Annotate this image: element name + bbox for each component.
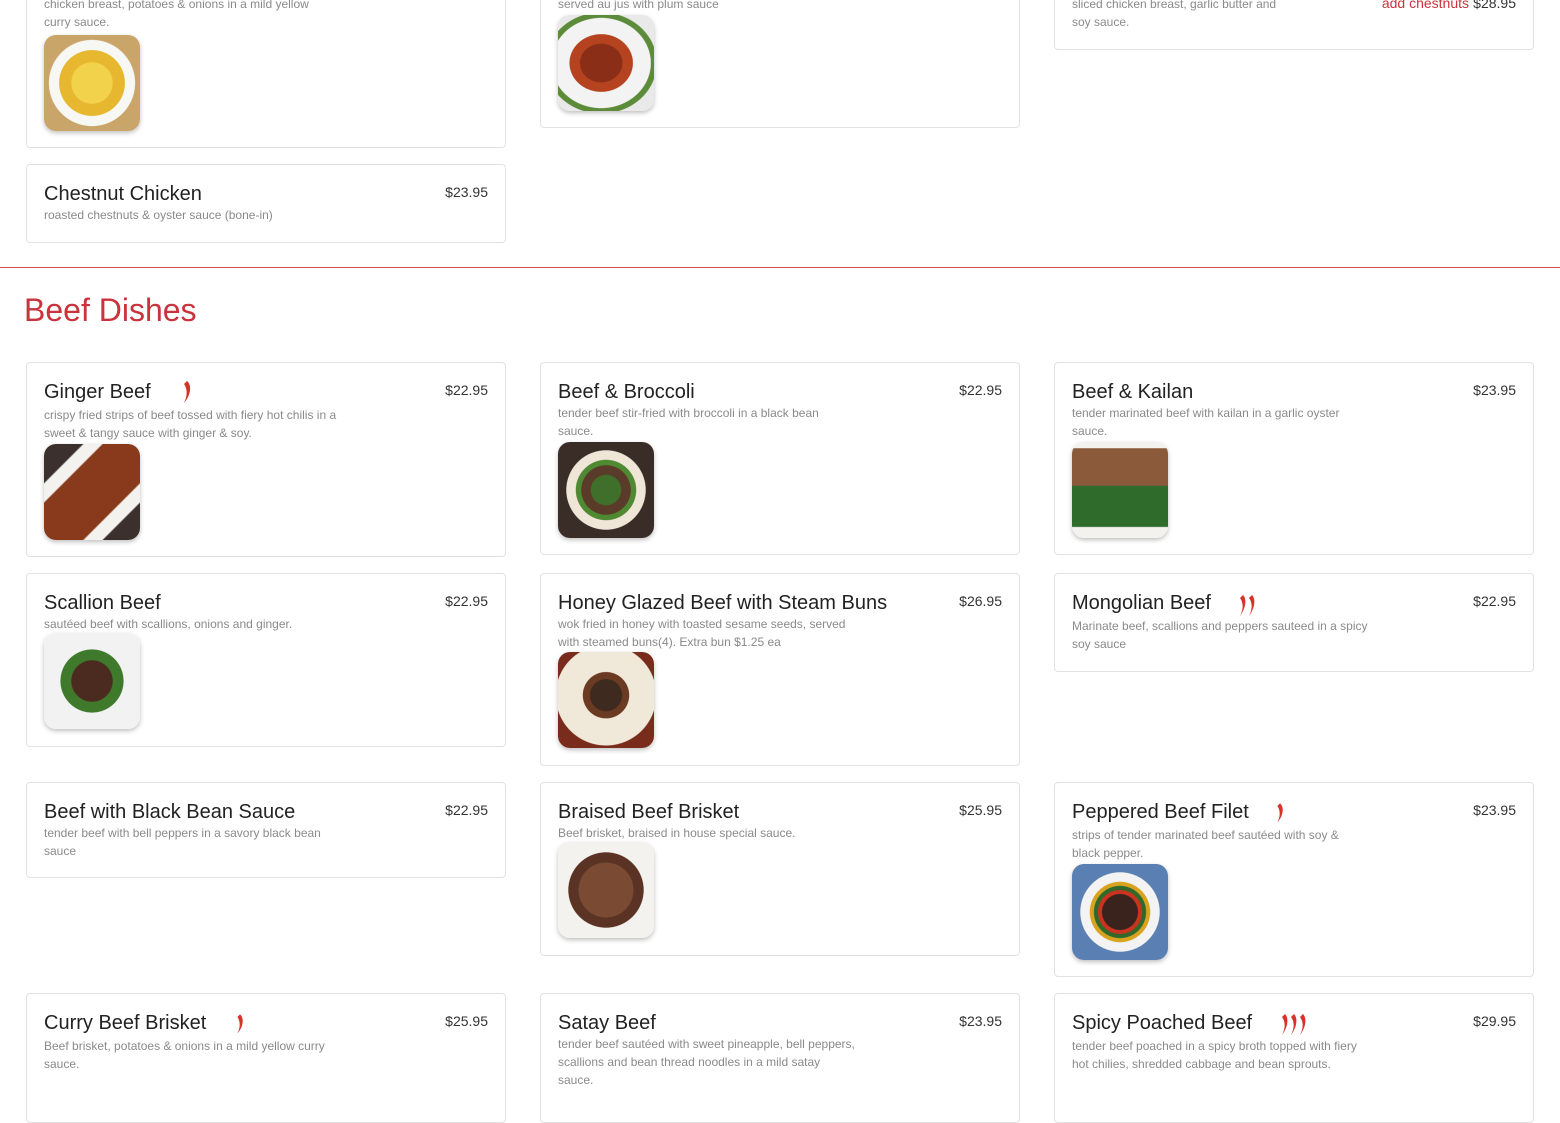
item-photo[interactable] [1072,442,1168,538]
item-photo[interactable] [558,15,654,111]
item-description: tender marinated beef with kailan in a g… [1072,406,1340,438]
item-name: Beef & Kailan [1072,381,1194,403]
item-price: $23.95 [1473,802,1516,818]
item-description: strips of tender marinated beef sautéed … [1072,828,1339,860]
menu-item-scallion-beef[interactable]: Scallion Beef $22.95 sautéed beef with s… [26,573,506,747]
item-description: crispy fried strips of beef tossed with … [44,408,337,440]
item-price: $22.95 [1473,593,1516,609]
menu-item-garlic-chicken[interactable]: sliced chicken breast, garlic butter and… [1054,0,1534,50]
item-description: sautéed beef with scallions, onions and … [44,617,293,631]
menu-item-ginger-beef[interactable]: Ginger Beef $22.95 crispy fried strips o… [26,362,506,557]
item-description: wok fried in honey with toasted sesame s… [558,617,846,649]
item-description: chicken breast, potatoes & onions in a m… [44,0,309,29]
item-description: Marinate beef, scallions and peppers sau… [1072,619,1368,651]
chili-spice-icon [1277,803,1283,823]
item-price: $22.95 [959,382,1002,398]
menu-item-curry-chicken[interactable]: chicken breast, potatoes & onions in a m… [26,0,506,148]
item-name: Spicy Poached Beef [1072,1012,1253,1034]
item-price: $23.95 [959,1013,1002,1029]
chili-spice-icon [237,1014,243,1034]
item-description: sliced chicken breast, garlic butter and… [1072,0,1277,29]
item-name: Braised Beef Brisket [558,801,740,823]
item-price: $23.95 [1473,382,1516,398]
item-name: Scallion Beef [44,592,161,614]
menu-item-peppered-beef-filet[interactable]: Peppered Beef Filet $23.95 strips of ten… [1054,782,1534,977]
item-photo[interactable] [1072,864,1168,960]
chili-spice-icon [184,381,191,403]
menu-item-roast-duck[interactable]: served au jus with plum sauce [540,0,1020,128]
chili-spice-icon [1282,1014,1306,1035]
section-title: Beef Dishes [24,292,197,328]
item-price: $22.95 [445,593,488,609]
item-photo[interactable] [558,442,654,538]
item-description: served au jus with plum sauce [558,0,719,11]
item-name: Ginger Beef [44,381,151,403]
item-price: $22.95 [445,802,488,818]
section-divider [0,267,1560,268]
menu-item-chestnut-chicken[interactable]: Chestnut Chicken $23.95 roasted chestnut… [26,164,506,243]
item-price: $25.95 [959,802,1002,818]
addon-price: $28.95 [1473,0,1516,11]
item-photo[interactable] [558,842,654,938]
menu-item-satay-beef[interactable]: Satay Beef $23.95 tender beef sautéed wi… [540,993,1020,1123]
item-name: Satay Beef [558,1012,656,1034]
chili-spice-icon [1240,595,1255,616]
item-price: $23.95 [445,184,488,200]
menu-item-curry-beef-brisket[interactable]: Curry Beef Brisket $25.95 Beef brisket, … [26,993,506,1123]
menu-item-mongolian-beef[interactable]: Mongolian Beef $22.95 Marinate beef, sca… [1054,573,1534,672]
addon-label[interactable]: add chestnuts [1382,0,1469,11]
menu-item-beef-broccoli[interactable]: Beef & Broccoli $22.95 tender beef stir-… [540,362,1020,555]
menu-item-spicy-poached-beef[interactable]: Spicy Poached Beef $29.95 tender beef po… [1054,993,1534,1123]
item-description: tender beef poached in a spicy broth top… [1072,1039,1357,1071]
item-description: tender beef sautéed with sweet pineapple… [558,1037,855,1087]
item-price: $25.95 [445,1013,488,1029]
item-description: tender beef with bell peppers in a savor… [44,826,321,858]
item-name: Curry Beef Brisket [44,1012,207,1034]
menu-item-honey-glazed-beef[interactable]: Honey Glazed Beef with Steam Buns $26.95… [540,573,1020,766]
menu-item-black-bean-beef[interactable]: Beef with Black Bean Sauce $22.95 tender… [26,782,506,878]
item-photo[interactable] [558,652,654,748]
item-price: $26.95 [959,593,1002,609]
item-photo[interactable] [44,633,140,729]
item-photo[interactable] [44,444,140,540]
item-name: Beef with Black Bean Sauce [44,801,296,823]
item-description: Beef brisket, potatoes & onions in a mil… [44,1039,325,1071]
menu-item-braised-beef-brisket[interactable]: Braised Beef Brisket $25.95 Beef brisket… [540,782,1020,956]
item-name: Mongolian Beef [1072,592,1211,614]
item-photo[interactable] [44,35,140,131]
item-name: Beef & Broccoli [558,381,695,403]
item-name: Honey Glazed Beef with Steam Buns [558,592,888,614]
item-name: Peppered Beef Filet [1072,801,1249,823]
item-price: $29.95 [1473,1013,1516,1029]
item-description: roasted chestnuts & oyster sauce (bone-i… [44,208,273,222]
item-name: Chestnut Chicken [44,183,202,205]
item-description: Beef brisket, braised in house special s… [558,826,796,840]
menu-item-beef-kailan[interactable]: Beef & Kailan $23.95 tender marinated be… [1054,362,1534,555]
item-price: $22.95 [445,382,488,398]
item-description: tender beef stir-fried with broccoli in … [558,406,819,438]
